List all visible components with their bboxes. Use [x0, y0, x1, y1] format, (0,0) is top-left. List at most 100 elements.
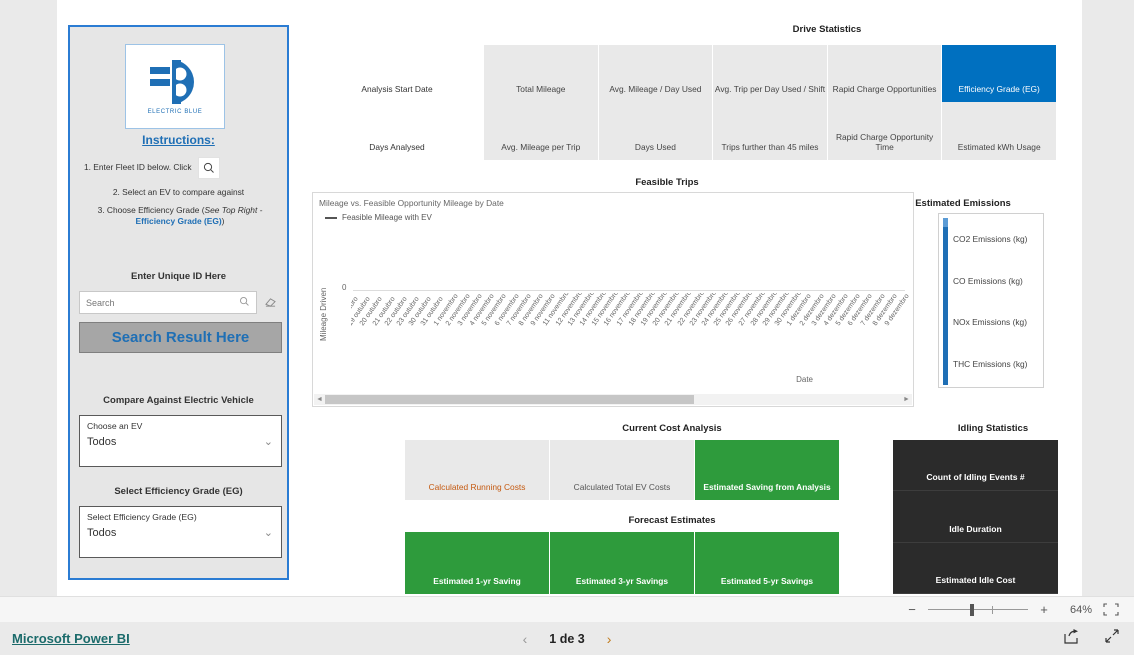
list-item: THC Emissions (kg)	[953, 359, 1028, 370]
idling-label: Idle Duration	[949, 523, 1002, 534]
fullscreen-icon[interactable]	[1104, 628, 1120, 649]
zoom-in-button[interactable]: +	[1038, 602, 1050, 617]
scroll-left-arrow-icon[interactable]: ◄	[314, 396, 325, 403]
kpi-card[interactable]: Days Used	[598, 102, 714, 160]
kpi-label: Avg. Trip per Day Used / Shift	[714, 83, 826, 94]
legend-line-icon	[325, 216, 337, 219]
kpi-card[interactable]: Rapid Charge Opportunities	[827, 45, 943, 102]
scroll-track[interactable]	[325, 395, 901, 404]
cost-analysis-title: Current Cost Analysis	[622, 423, 722, 434]
share-icon[interactable]	[1064, 628, 1080, 649]
zoom-slider-thumb[interactable]	[970, 603, 974, 616]
search-icon[interactable]	[197, 157, 220, 179]
kpi-card[interactable]: Days Analysed	[310, 102, 484, 160]
emissions-card[interactable]: CO2 Emissions (kg) CO Emissions (kg) NOx…	[938, 213, 1044, 388]
idling-row[interactable]: Count of Idling Events #	[893, 440, 1058, 492]
chart-x-axis-title: Date	[796, 375, 813, 384]
zoom-out-button[interactable]: −	[906, 602, 918, 617]
kpi-card[interactable]: Avg. Trip per Day Used / Shift	[713, 45, 828, 102]
unique-id-heading: Enter Unique ID Here	[130, 271, 227, 282]
forecast-title: Forecast Estimates	[628, 515, 716, 526]
search-placeholder: Search	[86, 297, 115, 308]
feasible-trips-chart[interactable]: Mileage vs. Feasible Opportunity Mileage…	[312, 192, 914, 407]
scroll-thumb[interactable]	[325, 395, 694, 404]
kpi-label: Rapid Charge Opportunities	[832, 83, 937, 94]
emissions-accent-bar-highlight	[943, 218, 948, 227]
chevron-down-icon[interactable]: ⌄	[264, 435, 273, 448]
kpi-card[interactable]: Estimated kWh Usage	[942, 102, 1057, 160]
kpi-card[interactable]: Avg. Mileage per Trip	[484, 102, 599, 160]
kpi-card[interactable]: Total Mileage	[484, 45, 599, 102]
search-magnifier-icon[interactable]	[239, 294, 250, 312]
zoom-slider-track	[928, 609, 1028, 610]
kpi-card[interactable]: Analysis Start Date	[310, 45, 484, 102]
idling-label: Count of Idling Events #	[926, 472, 1025, 483]
kpi-card[interactable]: Rapid Charge Opportunity Time	[827, 102, 943, 160]
kpi-label: Trips further than 45 miles	[721, 141, 819, 152]
kpi-card[interactable]: Trips further than 45 miles	[713, 102, 828, 160]
power-bi-report: ELECTRIC BLUE Instructions: 1. Enter Fle…	[0, 0, 1134, 655]
chart-legend[interactable]: Feasible Mileage with EV	[313, 208, 913, 222]
ev-slicer[interactable]: Choose an EV Todos ⌄	[79, 415, 282, 467]
kpi-label: Analysis Start Date	[361, 83, 433, 94]
search-input[interactable]: Search	[79, 291, 257, 314]
instruction-step-1-text: 1. Enter Fleet ID below. Click	[84, 162, 192, 173]
cost-label: Calculated Running Costs	[428, 482, 526, 492]
kpi-label: Estimated kWh Usage	[957, 141, 1041, 152]
eg-slicer[interactable]: Select Efficiency Grade (EG) Todos ⌄	[79, 506, 282, 558]
ev-slicer-value-row[interactable]: Todos ⌄	[80, 431, 281, 449]
kpi-label: Efficiency Grade (EG)	[958, 83, 1040, 94]
kpi-card-efficiency-grade[interactable]: Efficiency Grade (EG)	[942, 45, 1057, 102]
idling-row[interactable]: Estimated Idle Cost	[893, 543, 1058, 594]
drive-statistics-date-cards: Analysis Start Date Days Analysed	[310, 45, 484, 160]
instruction-step-3-link[interactable]: Efficiency Grade (EG)	[136, 216, 222, 226]
zoom-percent: 64%	[1069, 603, 1092, 616]
forecast-label: Estimated 5-yr Savings	[720, 576, 814, 586]
list-item: CO2 Emissions (kg)	[953, 233, 1028, 244]
legend-label: Feasible Mileage with EV	[342, 213, 432, 222]
report-canvas: ELECTRIC BLUE Instructions: 1. Enter Fle…	[57, 0, 1082, 596]
forecast-card[interactable]: Estimated 1-yr Saving	[405, 532, 550, 594]
chart-horizontal-scrollbar[interactable]: ◄ ►	[314, 394, 912, 405]
footer-icon-group	[1064, 628, 1120, 649]
kpi-label: Rapid Charge Opportunity Time	[835, 131, 934, 152]
list-item: CO Emissions (kg)	[953, 275, 1023, 286]
chart-y-axis-title: Mileage Driven	[319, 287, 328, 341]
next-page-button[interactable]: ›	[607, 631, 612, 647]
forecast-card[interactable]: Estimated 3-yr Savings	[550, 532, 695, 594]
eraser-icon[interactable]	[260, 293, 280, 313]
chart-y-tick-0: 0	[342, 283, 347, 292]
canvas-right-margin	[1082, 0, 1134, 596]
previous-page-button[interactable]: ‹	[523, 631, 528, 647]
canvas-left-margin	[0, 0, 57, 596]
idling-row[interactable]: Idle Duration	[893, 491, 1058, 543]
cost-card-saving[interactable]: Estimated Saving from Analysis	[695, 440, 840, 500]
cost-label: Calculated Total EV Costs	[573, 482, 671, 492]
fit-to-page-icon[interactable]	[1102, 602, 1120, 618]
electric-blue-logo-icon	[150, 60, 194, 104]
kpi-label: Avg. Mileage / Day Used	[609, 83, 702, 94]
forecast-card[interactable]: Estimated 5-yr Savings	[695, 532, 840, 594]
list-item: NOx Emissions (kg)	[953, 317, 1027, 328]
search-row: Search	[79, 291, 282, 314]
idling-card[interactable]: Count of Idling Events # Idle Duration E…	[893, 440, 1058, 594]
idling-title: Idling Statistics	[957, 423, 1029, 434]
kpi-label: Days Used	[634, 141, 676, 152]
chevron-down-icon[interactable]: ⌄	[264, 526, 273, 539]
instruction-step-3-suffix: )	[221, 216, 225, 227]
cost-card[interactable]: Calculated Total EV Costs	[550, 440, 695, 500]
logo-caption: ELECTRIC BLUE	[147, 109, 203, 115]
scroll-right-arrow-icon[interactable]: ►	[901, 396, 912, 403]
eg-slicer-value: Todos	[87, 526, 117, 539]
eg-heading: Select Efficiency Grade (EG)	[114, 486, 243, 497]
search-result-button[interactable]: Search Result Here	[79, 322, 282, 353]
cost-card[interactable]: Calculated Running Costs	[405, 440, 550, 500]
kpi-card[interactable]: Avg. Mileage / Day Used	[598, 45, 714, 102]
eg-slicer-value-row[interactable]: Todos ⌄	[80, 522, 281, 540]
page-navigation: ‹ 1 de 3 ›	[0, 631, 1134, 647]
chart-title: Mileage vs. Feasible Opportunity Mileage…	[319, 198, 504, 208]
instructions-title: Instructions:	[142, 133, 215, 147]
zoom-slider[interactable]	[928, 603, 1028, 617]
kpi-label: Total Mileage	[516, 83, 566, 94]
kpi-label: Days Analysed	[369, 141, 425, 152]
